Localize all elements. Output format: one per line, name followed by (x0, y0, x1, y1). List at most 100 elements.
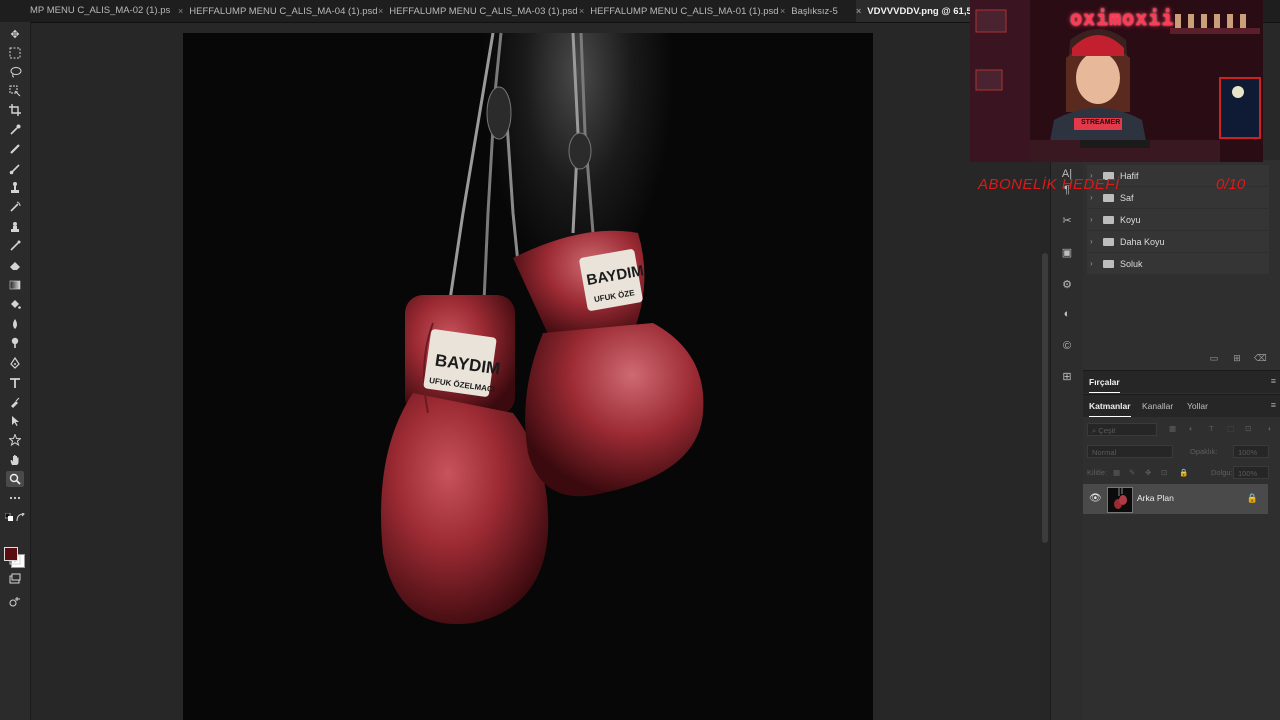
lasso-tool-icon[interactable] (6, 64, 24, 80)
lock-icon[interactable]: 🔒 (1247, 493, 1258, 504)
crop-tool-icon[interactable] (6, 102, 24, 118)
search-icon: ⌕ (1092, 426, 1097, 435)
tab-label: HEFFALUMP MENU C_ALIS_MA-01 (1).psd (590, 6, 779, 17)
new-swatch-icon[interactable]: ⊞ (1231, 353, 1243, 365)
paint-bucket-tool-icon[interactable] (6, 296, 24, 312)
tab-label: Başlıksız-5 (791, 6, 838, 17)
adjustments-panel-icon[interactable]: ◐ (1059, 306, 1075, 322)
swatch-group-koyu[interactable]: › Koyu (1087, 209, 1269, 230)
properties-panel-icon[interactable]: ⚙ (1059, 276, 1075, 292)
lock-image-icon[interactable]: ✎ (1129, 468, 1135, 477)
tools-panel: ✥ (0, 22, 31, 720)
foreground-color-swatch[interactable] (4, 547, 18, 561)
eraser-tool-icon[interactable] (6, 257, 24, 273)
lock-all-icon[interactable]: 🔒 (1179, 468, 1188, 477)
edit-toolbar-icon[interactable] (6, 594, 24, 610)
more-tools-icon[interactable] (6, 490, 24, 506)
trash-icon[interactable]: ⌫ (1254, 353, 1267, 365)
channel-name-logo: oximoxii (1070, 6, 1175, 30)
new-folder-icon[interactable]: ▭ (1208, 353, 1220, 365)
healing-brush-tool-icon[interactable] (6, 141, 24, 157)
object-selection-tool-icon[interactable] (6, 83, 24, 99)
folder-icon (1103, 193, 1114, 202)
panel-menu-icon[interactable]: ≡ (1271, 376, 1276, 386)
document-tab[interactable]: MP MENU C_ALIS_MA-02 (1).psd (0, 0, 170, 22)
screen-mode-icon[interactable] (6, 571, 24, 587)
document-tab[interactable]: × HEFFALUMP MENU C_ALIS_MA-03 (1).psd (378, 0, 578, 22)
fill-field[interactable]: 100% (1233, 466, 1269, 479)
document-canvas[interactable]: BAYDIM UFUK ÖZELMACI BAYDIM UFUK ÖZE (183, 33, 873, 720)
eye-icon[interactable]: 👁 (1089, 493, 1102, 504)
zoom-tool-icon[interactable] (6, 471, 24, 487)
filter-type-icon[interactable]: T (1209, 424, 1214, 433)
swatch-group-daha-koyu[interactable]: › Daha Koyu (1087, 231, 1269, 252)
filter-smart-object-icon[interactable]: ⊡ (1245, 424, 1251, 433)
tools-panel-icon[interactable]: ✂ (1059, 212, 1075, 228)
swatch-group-soluk[interactable]: › Soluk (1087, 253, 1269, 274)
tab-layers[interactable]: Katmanlar (1089, 395, 1131, 417)
tab-channels[interactable]: Kanallar (1142, 395, 1173, 417)
brush-tool-icon[interactable] (6, 161, 24, 177)
swap-colors-icon[interactable] (15, 509, 25, 525)
freeform-pen-tool-icon[interactable] (6, 394, 24, 410)
gradient-tool-icon[interactable] (6, 277, 24, 293)
lock-transparent-icon[interactable]: ▦ (1113, 468, 1120, 477)
chevron-right-icon[interactable]: › (1090, 259, 1100, 268)
chevron-right-icon[interactable]: › (1090, 215, 1100, 224)
close-icon[interactable]: × (856, 6, 861, 16)
opacity-field[interactable]: 100% (1233, 445, 1269, 458)
filter-shape-icon[interactable]: ⬚ (1227, 424, 1234, 433)
filter-adjustment-icon[interactable]: ◐ (1189, 424, 1194, 433)
path-selection-tool-icon[interactable] (6, 413, 24, 429)
libraries-panel-icon[interactable]: ▣ (1059, 244, 1075, 260)
close-icon[interactable]: × (579, 6, 584, 16)
document-tab[interactable]: × Başlıksız-5 (780, 0, 855, 22)
lock-artboard-icon[interactable]: ⊡ (1161, 468, 1167, 477)
type-tool-icon[interactable] (6, 375, 24, 391)
eyedropper-tool-icon[interactable] (6, 122, 24, 138)
scrollbar-thumb[interactable] (1042, 253, 1048, 543)
styles-panel-icon[interactable]: © (1059, 338, 1075, 354)
filter-toggle-icon[interactable]: ◖ (1267, 424, 1272, 433)
blur-tool-icon[interactable] (6, 316, 24, 332)
tab-brushes[interactable]: Fırçalar (1089, 371, 1120, 393)
clone-source-panel-icon[interactable]: ⊞ (1059, 368, 1075, 384)
right-panel-dock: › Hafif › Saf › Koyu › Daha Koyu › Soluk ▭ ⊞ … (1083, 160, 1280, 720)
close-icon[interactable]: × (378, 6, 383, 16)
chevron-right-icon[interactable]: › (1090, 237, 1100, 246)
left-boxing-glove (381, 295, 549, 625)
document-tab-active[interactable]: × VDVVVDDV.png @ 61,5% (856, 0, 970, 22)
filter-pixel-icon[interactable]: ▩ (1169, 424, 1176, 433)
move-tool-icon[interactable]: ✥ (6, 26, 24, 42)
art-history-brush-icon[interactable] (6, 238, 24, 254)
folder-icon (1103, 259, 1114, 268)
tab-label: HEFFALUMP MENU C_ALIS_MA-03 (1).psd (389, 6, 578, 17)
layer-filter-kind[interactable]: ⌕ Çeşit (1087, 423, 1157, 436)
swatch-group-label: Daha Koyu (1120, 236, 1165, 247)
close-icon[interactable]: × (178, 6, 183, 16)
chevron-right-icon[interactable]: › (1090, 193, 1100, 202)
panel-menu-icon[interactable]: ≡ (1271, 400, 1276, 410)
blend-mode-select[interactable]: Normal (1087, 445, 1173, 458)
folder-icon (1103, 215, 1114, 224)
clone-stamp-tool-icon[interactable] (6, 180, 24, 196)
hand-tool-icon[interactable] (6, 452, 24, 468)
lock-position-icon[interactable]: ✥ (1145, 468, 1151, 477)
stamp-tool-icon[interactable] (6, 219, 24, 235)
tab-paths[interactable]: Yollar (1187, 395, 1208, 417)
pen-tool-icon[interactable] (6, 355, 24, 371)
fill-label: Dolgu: (1211, 468, 1233, 477)
marquee-tool-icon[interactable] (6, 45, 24, 61)
tab-label: MP MENU C_ALIS_MA-02 (1).psd (30, 5, 170, 16)
layer-row[interactable]: 👁 Arka Plan 🔒 (1083, 484, 1268, 514)
stream-overlay-banner: oximoxii STREAMER (970, 0, 1263, 162)
lock-label: Kilitle: (1087, 468, 1108, 477)
dodge-tool-icon[interactable] (6, 335, 24, 351)
document-tab[interactable]: × HEFFALUMP MENU C_ALIS_MA-01 (1).psd (579, 0, 779, 22)
swatch-group-label: Koyu (1120, 214, 1141, 225)
close-icon[interactable]: × (780, 6, 785, 16)
history-brush-tool-icon[interactable] (6, 199, 24, 215)
default-colors-icon[interactable] (4, 509, 14, 525)
shape-tool-icon[interactable] (6, 432, 24, 448)
document-tab[interactable]: × HEFFALUMP MENU C_ALIS_MA-04 (1).psd (178, 0, 378, 22)
